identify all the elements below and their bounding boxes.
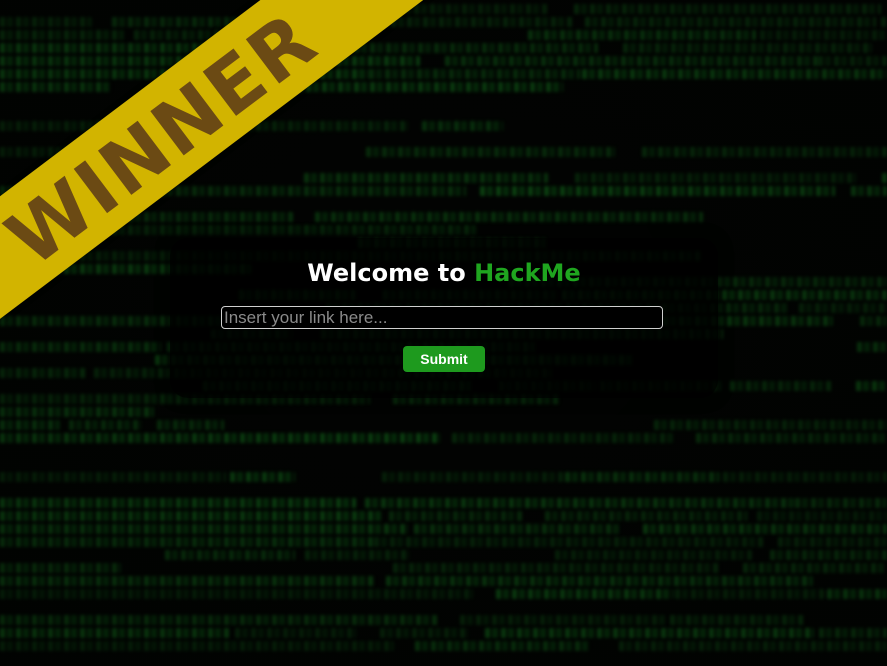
page-title: Welcome to HackMe bbox=[170, 258, 718, 288]
page: WINNER Welcome to HackMe Submit bbox=[0, 0, 887, 666]
title-prefix: Welcome to bbox=[307, 259, 475, 287]
brand-name: HackMe bbox=[474, 259, 581, 287]
submit-button[interactable]: Submit bbox=[403, 346, 485, 372]
welcome-card: Welcome to HackMe Submit bbox=[170, 238, 718, 398]
link-input[interactable] bbox=[221, 306, 663, 329]
